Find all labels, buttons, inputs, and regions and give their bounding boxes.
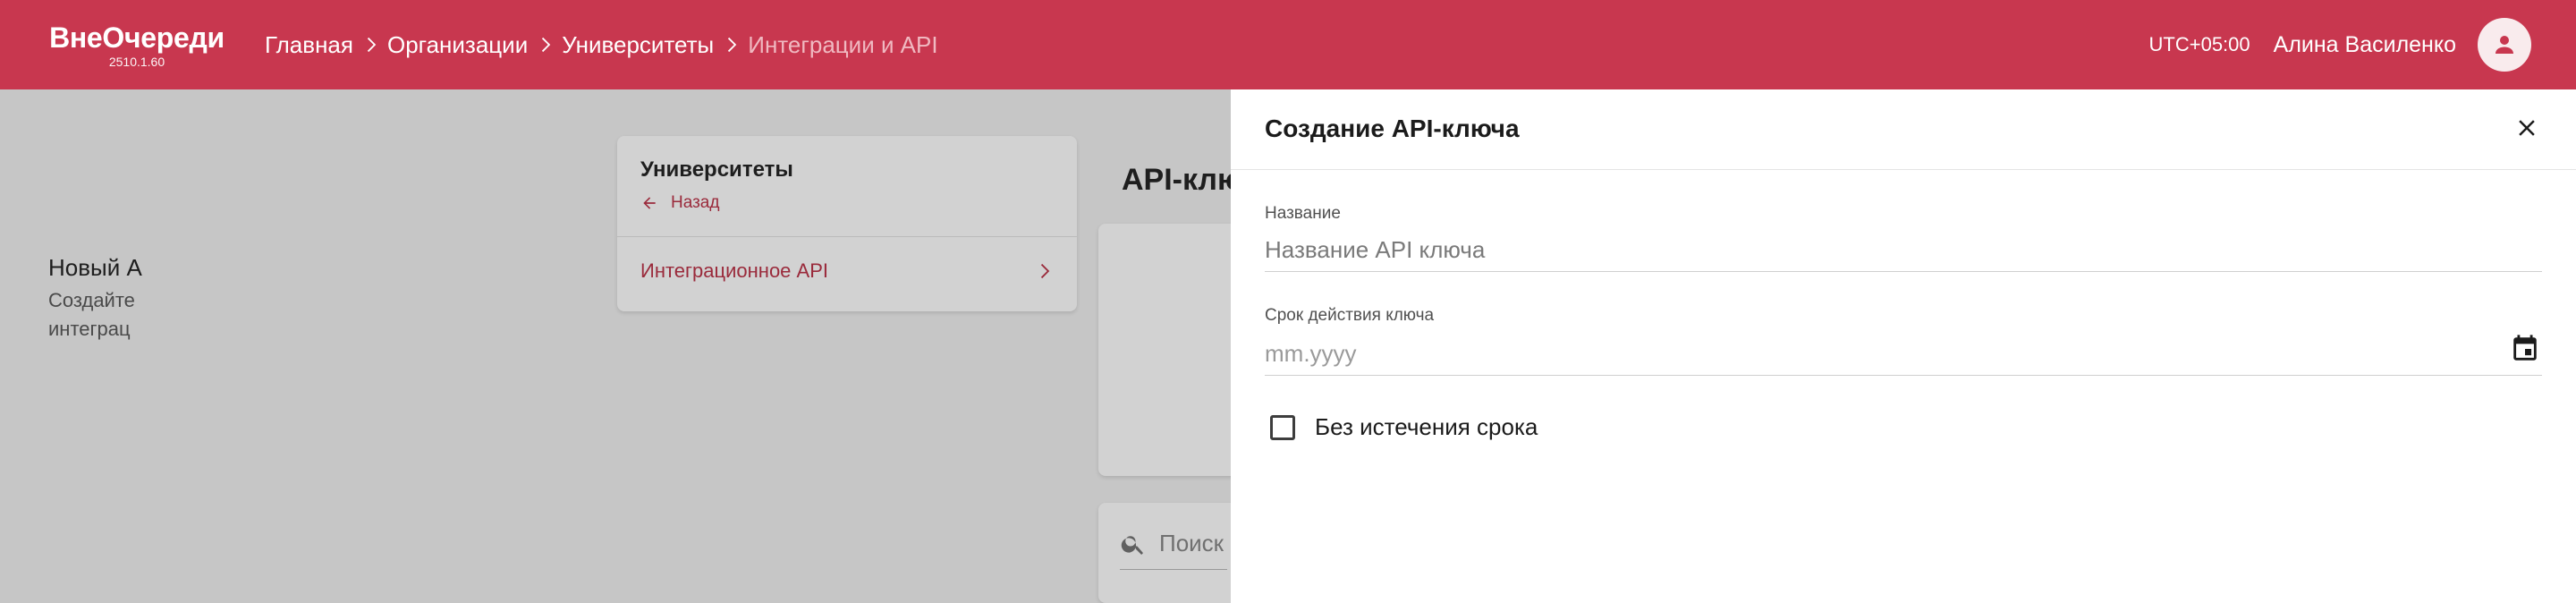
no-expiry-option[interactable]: Без истечения срока: [1270, 413, 1538, 441]
chevron-right-icon: [1040, 263, 1050, 279]
api-key-name-field: Название: [1265, 204, 2542, 272]
breadcrumb-home[interactable]: Главная: [265, 31, 353, 59]
api-key-name-input[interactable]: [1265, 236, 2542, 264]
search-icon: [1121, 535, 1143, 555]
chevron-right-icon: [353, 33, 387, 56]
search-placeholder: Поиск: [1159, 530, 1224, 556]
chevron-right-icon: [714, 33, 748, 56]
drawer-header: Создание API-ключа: [1231, 89, 2576, 170]
create-api-key-drawer: Создание API-ключа Название Срок действи…: [1231, 89, 2576, 603]
search-field[interactable]: Поиск: [1120, 530, 1224, 557]
breadcrumb-current: Интеграции и API: [748, 30, 938, 58]
sidebar-divider: [617, 236, 1077, 237]
close-icon: [2519, 120, 2535, 136]
breadcrumb-organizations[interactable]: Организации: [387, 31, 528, 59]
drawer-title: Создание API-ключа: [1265, 115, 1520, 142]
breadcrumb-universities[interactable]: Университеты: [562, 31, 714, 59]
calendar-icon[interactable]: [2510, 334, 2540, 364]
breadcrumb: Главная Организации Университеты Интегра…: [265, 31, 938, 59]
search-underline: [1120, 569, 1227, 570]
app-version: 2510.1.60: [108, 55, 165, 69]
brand-name: ВнеОчереди: [49, 21, 225, 54]
sidebar-item-label: Интеграционное API: [640, 259, 828, 282]
api-key-name-label: Название: [1265, 204, 1341, 223]
avatar[interactable]: [2478, 18, 2531, 72]
new-key-card-title: Новый А: [48, 254, 142, 281]
person-icon: [2496, 36, 2513, 54]
no-expiry-label: Без истечения срока: [1315, 413, 1538, 440]
sidebar-item-integration-api[interactable]: Интеграционное API: [640, 259, 1054, 283]
key-expiry-input[interactable]: [1265, 340, 2542, 368]
key-expiry-label: Срок действия ключа: [1265, 306, 1435, 325]
app-header: ВнеОчереди 2510.1.60 Главная Организации…: [0, 0, 2576, 89]
page-title: API-клю: [1122, 163, 1244, 197]
header-user-area: UTC+05:00 Алина Василенко: [2149, 18, 2531, 72]
key-expiry-field: Срок действия ключа: [1265, 306, 2542, 376]
new-key-card-description: Создайте интеграц: [48, 289, 135, 340]
back-link-label: Назад: [671, 193, 720, 212]
timezone-label[interactable]: UTC+05:00: [2149, 33, 2250, 56]
chevron-right-icon: [528, 33, 562, 56]
arrow-left-icon: [643, 197, 656, 209]
close-button[interactable]: [2512, 113, 2542, 143]
no-expiry-checkbox[interactable]: [1270, 414, 1295, 440]
back-link[interactable]: Назад: [640, 193, 719, 213]
user-name[interactable]: Алина Василенко: [2274, 32, 2456, 58]
sidebar-card: Университеты Назад Интеграционное API: [617, 136, 1077, 311]
brand-logo[interactable]: ВнеОчереди 2510.1.60: [47, 21, 227, 69]
sidebar-title: Университеты: [640, 157, 793, 182]
